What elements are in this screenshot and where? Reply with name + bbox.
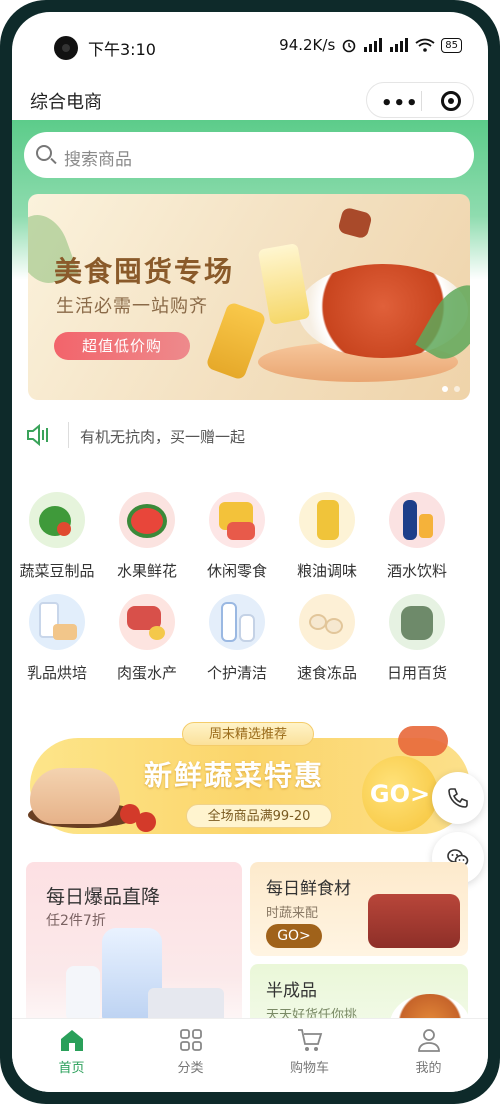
oil-icon [299, 492, 355, 548]
category-label: 个护清洁 [206, 664, 267, 682]
fresh-ingredients-card[interactable]: 每日鲜食材 时蔬来配 GO> [250, 862, 468, 956]
card-title: 每日爆品直降 [46, 886, 161, 908]
network-speed: 94.2K/s [279, 36, 336, 54]
banner-button[interactable]: 超值低价购 [54, 332, 190, 360]
phone-frame: 下午3:10 94.2K/s 85 综合电商 ••• 搜索商品 美食囤货专场 生… [0, 0, 500, 1104]
card-subtitle: 任2件7折 [46, 913, 106, 929]
category-label: 水果鲜花 [116, 562, 177, 580]
sauce-tube-image [257, 243, 311, 325]
search-icon [36, 145, 52, 161]
home-icon [60, 1030, 83, 1051]
status-right: 94.2K/s 85 [279, 36, 462, 54]
pagination-dot [454, 386, 460, 392]
category-item[interactable]: 休闲零食 [192, 492, 282, 588]
user-icon [417, 1029, 440, 1052]
category-item[interactable]: 乳品烘培 [12, 594, 102, 690]
frozen-food-icon [299, 594, 355, 650]
category-item[interactable]: 水果鲜花 [102, 492, 192, 588]
category-label: 速食冻品 [296, 664, 357, 682]
bottom-tab-bar: 首页 分类 购物车 我的 [12, 1018, 488, 1092]
nav-bar: 综合电商 ••• [12, 72, 488, 122]
meat-icon [119, 594, 175, 650]
tab-home[interactable]: 首页 [12, 1027, 131, 1087]
banner-title: 美食囤货专场 [54, 255, 235, 288]
promo-banner[interactable]: 美食囤货专场 生活必需一站购齐 超值低价购 [28, 194, 470, 400]
more-icon[interactable]: ••• [381, 93, 419, 114]
tab-label: 首页 [58, 1061, 85, 1076]
phone-icon [448, 788, 468, 808]
category-item[interactable]: 速食冻品 [282, 594, 372, 690]
search-placeholder: 搜索商品 [64, 150, 132, 170]
cart-icon [297, 1029, 322, 1051]
category-label: 蔬菜豆制品 [19, 562, 95, 580]
category-item[interactable]: 日用百货 [372, 594, 462, 690]
tab-category[interactable]: 分类 [131, 1027, 250, 1087]
category-item[interactable]: 肉蛋水产 [102, 594, 192, 690]
category-label: 日用百货 [386, 664, 447, 682]
steak-image [368, 894, 460, 948]
meat-piece-image [337, 206, 373, 240]
screen: 下午3:10 94.2K/s 85 综合电商 ••• 搜索商品 美食囤货专场 生… [12, 12, 488, 1092]
banner-pagination[interactable] [442, 386, 460, 392]
tab-label: 我的 [415, 1061, 442, 1076]
oil-bottle-image [205, 301, 267, 381]
category-label: 粮油调味 [296, 562, 357, 580]
pagination-dot-active [442, 386, 448, 392]
tab-cart[interactable]: 购物车 [250, 1027, 369, 1087]
front-camera [54, 36, 78, 60]
tab-profile[interactable]: 我的 [369, 1027, 488, 1087]
shrimp-image [398, 726, 448, 756]
close-miniprogram-icon[interactable] [441, 91, 461, 111]
promo-subtitle: 全场商品满99-20 [186, 804, 332, 828]
card-title: 每日鲜食材 [266, 879, 351, 899]
vegetable-promo[interactable]: 周末精选推荐 新鲜蔬菜特惠 全场商品满99-20 GO> [20, 712, 480, 840]
category-item[interactable]: 蔬菜豆制品 [12, 492, 102, 588]
speaker-icon [27, 424, 48, 446]
category-item[interactable]: 个护清洁 [192, 594, 282, 690]
category-icon [179, 1029, 202, 1051]
capsule-divider [421, 91, 422, 111]
snacks-icon [209, 492, 265, 548]
page-title: 综合电商 [30, 92, 102, 113]
card-subtitle: 时蔬来配 [266, 906, 319, 921]
category-item[interactable]: 粮油调味 [282, 492, 372, 588]
promo-tag: 周末精选推荐 [182, 722, 314, 746]
notice-bar[interactable]: 有机无抗肉，买一赠一起 [24, 418, 476, 452]
kettle-icon [389, 594, 445, 650]
category-label: 肉蛋水产 [116, 664, 177, 682]
category-label: 酒水饮料 [386, 562, 447, 580]
status-bar: 下午3:10 94.2K/s 85 [12, 12, 488, 72]
signal-icon-2 [390, 38, 409, 52]
tab-label: 分类 [177, 1061, 204, 1076]
drinks-icon [389, 492, 445, 548]
notice-divider [68, 422, 69, 448]
category-label: 休闲零食 [206, 562, 267, 580]
status-time: 下午3:10 [88, 40, 156, 59]
card-title: 半成品 [266, 981, 317, 1001]
miniprogram-capsule: ••• [366, 82, 474, 118]
chicken-image [30, 768, 120, 824]
signal-icon [364, 38, 383, 52]
promo-title: 新鲜蔬菜特惠 [144, 759, 325, 792]
vegetables-icon [29, 492, 85, 548]
dairy-icon [29, 594, 85, 650]
banner-subtitle: 生活必需一站购齐 [56, 296, 208, 317]
notice-text: 有机无抗肉，买一赠一起 [80, 428, 246, 446]
battery-icon: 85 [441, 37, 462, 53]
tomato-image [136, 812, 156, 832]
wifi-icon [415, 38, 435, 52]
go-button[interactable]: GO> [266, 924, 322, 948]
search-input[interactable]: 搜索商品 [24, 132, 474, 178]
customer-service-button[interactable] [432, 772, 484, 824]
watermelon-icon [119, 492, 175, 548]
tab-label: 购物车 [289, 1061, 329, 1076]
bottle-image [66, 966, 100, 1022]
category-label: 乳品烘培 [26, 664, 87, 682]
category-item[interactable]: 酒水饮料 [372, 492, 462, 588]
cleaning-icon [209, 594, 265, 650]
promo-go-button[interactable]: GO> [362, 756, 438, 832]
alarm-icon [342, 39, 356, 53]
